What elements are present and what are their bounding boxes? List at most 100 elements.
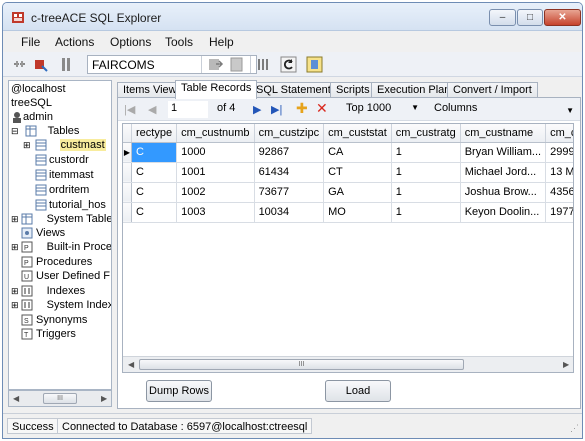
- column-header[interactable]: cm_custnumb: [176, 124, 255, 143]
- database-icon[interactable]: [59, 56, 76, 73]
- table-row[interactable]: ▶ C 1000 92867 CA 1 Bryan William... 299…: [123, 142, 573, 163]
- grid-cell[interactable]: 2999 Regency: [545, 142, 573, 163]
- grid-cell[interactable]: Keyon Doolin...: [460, 202, 547, 223]
- grid-cell[interactable]: 1: [391, 202, 461, 223]
- tree-user[interactable]: admin: [11, 110, 53, 124]
- tree-user-defined-functions[interactable]: U User Defined F: [21, 269, 110, 283]
- first-record-icon[interactable]: |◀: [124, 103, 135, 116]
- row-header[interactable]: [123, 202, 132, 223]
- grid-cell[interactable]: 13 Main: [545, 162, 573, 183]
- tree-indexes[interactable]: ⊞ Indexes: [11, 284, 85, 298]
- tab-scripts[interactable]: Scripts: [330, 82, 376, 98]
- tree-views[interactable]: Views: [21, 226, 65, 240]
- minimize-button[interactable]: –: [489, 9, 516, 26]
- tree-procedures[interactable]: P Procedures: [21, 255, 92, 269]
- tree-instance[interactable]: treeSQL: [11, 96, 52, 110]
- menu-file[interactable]: File: [21, 35, 40, 49]
- grid-cell[interactable]: CT: [323, 162, 392, 183]
- column-header[interactable]: rectype: [131, 124, 178, 143]
- grid-cell[interactable]: C: [131, 162, 178, 183]
- grid-cell[interactable]: C: [131, 182, 178, 203]
- columns-button[interactable]: Columns: [434, 102, 477, 114]
- tree-synonyms[interactable]: S Synonyms: [21, 313, 87, 327]
- script-icon[interactable]: [228, 56, 245, 73]
- menu-help[interactable]: Help: [209, 35, 234, 49]
- table-row[interactable]: C 1002 73677 GA 1 Joshua Brow... 4356 Ca…: [123, 182, 573, 203]
- top-limit-dropdown[interactable]: Top 1000 ▼: [343, 101, 424, 118]
- maximize-button[interactable]: □: [517, 9, 543, 26]
- table-row[interactable]: C 1001 61434 CT 1 Michael Jord... 13 Mai…: [123, 162, 573, 183]
- menu-actions[interactable]: Actions: [55, 35, 94, 49]
- columns-icon[interactable]: [255, 56, 272, 73]
- grid-cell[interactable]: 61434: [254, 162, 325, 183]
- scroll-right-icon[interactable]: ▶: [563, 360, 569, 369]
- scroll-thumb[interactable]: III: [43, 393, 77, 404]
- grid-horizontal-scrollbar[interactable]: ◀ III ▶: [123, 356, 573, 372]
- grid-cell[interactable]: Bryan William...: [460, 142, 547, 163]
- tree-table-item[interactable]: custordr: [35, 153, 89, 167]
- grid-cell[interactable]: 1003: [176, 202, 255, 223]
- grid-cell[interactable]: Michael Jord...: [460, 162, 547, 183]
- delete-record-icon[interactable]: ✕: [316, 100, 328, 117]
- last-record-icon[interactable]: ▶|: [271, 103, 282, 116]
- previous-record-icon[interactable]: ◀: [148, 103, 156, 116]
- grid-cell[interactable]: 19771 Park Av: [545, 202, 573, 223]
- tab-convert-import[interactable]: Convert / Import: [447, 82, 538, 98]
- grid-cell[interactable]: GA: [323, 182, 392, 203]
- current-row-indicator-icon[interactable]: ▶: [123, 142, 132, 163]
- tab-table-records[interactable]: Table Records: [175, 80, 258, 99]
- grid-cell[interactable]: C: [131, 202, 178, 223]
- tree-triggers[interactable]: T Triggers: [21, 327, 76, 341]
- tree-system-indexes[interactable]: ⊞ System Indexe: [11, 298, 111, 312]
- tree-horizontal-scrollbar[interactable]: ◀ III ▶: [8, 390, 112, 407]
- scroll-left-icon[interactable]: ◀: [13, 394, 19, 403]
- menu-tools[interactable]: Tools: [165, 35, 193, 49]
- dump-rows-button[interactable]: Dump Rows: [146, 380, 212, 402]
- scroll-left-icon[interactable]: ◀: [128, 360, 134, 369]
- row-header[interactable]: [123, 162, 132, 183]
- scroll-right-icon[interactable]: ▶: [101, 394, 107, 403]
- tree-table-item[interactable]: tutorial_hos: [35, 198, 106, 212]
- menu-options[interactable]: Options: [110, 35, 151, 49]
- tree-builtin-procedures[interactable]: ⊞ P Built-in Procedu: [11, 240, 111, 254]
- tree-server[interactable]: @localhost: [11, 82, 66, 96]
- grid-cell[interactable]: 73677: [254, 182, 325, 203]
- row-header[interactable]: [123, 182, 132, 203]
- tree-tables[interactable]: ⊟ Tables: [11, 124, 79, 138]
- overflow-chevron-icon[interactable]: ▼: [566, 106, 574, 115]
- table-row[interactable]: C 1003 10034 MO 1 Keyon Doolin... 19771 …: [123, 202, 573, 223]
- grid-cell[interactable]: CA: [323, 142, 392, 163]
- close-button[interactable]: ✕: [544, 9, 581, 26]
- column-header[interactable]: cm_custaddr: [545, 124, 573, 143]
- tree-table-item[interactable]: itemmast: [35, 168, 94, 182]
- tree-system-tables[interactable]: ⊞ System Tables: [11, 212, 111, 226]
- next-record-icon[interactable]: ▶: [253, 103, 261, 116]
- grid-cell[interactable]: 1: [391, 142, 461, 163]
- grid-cell[interactable]: 1: [391, 162, 461, 183]
- grid-cell[interactable]: 1001: [176, 162, 255, 183]
- grid-cell[interactable]: MO: [323, 202, 392, 223]
- add-record-icon[interactable]: ✚: [296, 100, 308, 117]
- tree-table-item[interactable]: ordritem: [35, 183, 89, 197]
- tree-table-item[interactable]: ⊞ custmast: [23, 138, 106, 152]
- disconnect-icon[interactable]: [11, 56, 28, 73]
- grid-cell[interactable]: 1000: [176, 142, 255, 163]
- tab-execution-plan[interactable]: Execution Plan: [371, 82, 457, 98]
- grid-cell[interactable]: 4356 Cambridg: [545, 182, 573, 203]
- grid-cell[interactable]: 1: [391, 182, 461, 203]
- grid-cell[interactable]: 92867: [254, 142, 325, 163]
- grid-cell[interactable]: C: [131, 142, 178, 163]
- load-button[interactable]: Load: [325, 380, 391, 402]
- export-icon[interactable]: [207, 56, 224, 73]
- column-header[interactable]: cm_custratg: [391, 124, 461, 143]
- connect-icon[interactable]: [33, 56, 50, 73]
- grid-cell[interactable]: Joshua Brow...: [460, 182, 547, 203]
- tab-sql-statements[interactable]: SQL Statements: [250, 82, 343, 98]
- column-header[interactable]: cm_custstat: [323, 124, 392, 143]
- refresh-icon[interactable]: [280, 56, 297, 73]
- scroll-thumb[interactable]: III: [139, 359, 464, 370]
- record-position-input[interactable]: 1: [168, 101, 208, 118]
- column-header[interactable]: cm_custname: [460, 124, 547, 143]
- tab-items-view[interactable]: Items View: [117, 82, 183, 98]
- grid-cell[interactable]: 10034: [254, 202, 325, 223]
